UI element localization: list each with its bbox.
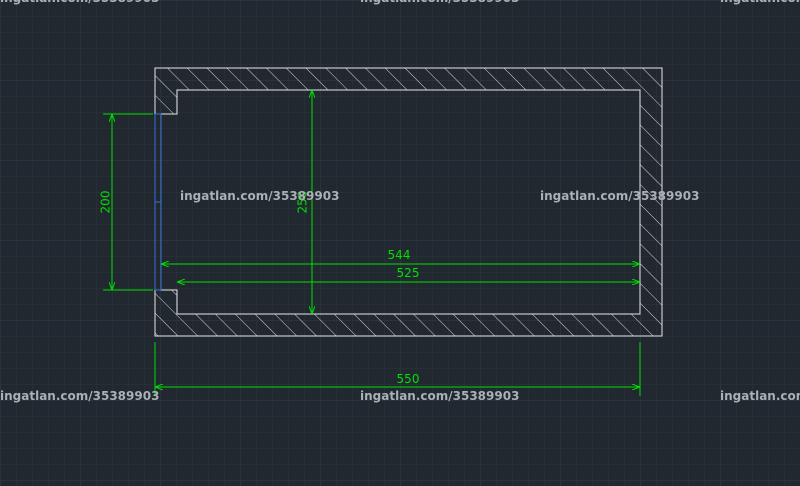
watermark-text: ingatlan.com/35389903 [720, 0, 800, 5]
cad-floorplan-viewport: 200 250 544 525 550 ingatlan.com/3538990… [0, 0, 800, 486]
watermark-text: ingatlan.com/35389903 [180, 189, 339, 203]
watermark-text: ingatlan.com/35389903 [360, 0, 519, 5]
watermark-text: ingatlan.com/35389903 [0, 389, 159, 403]
watermark-text: ingatlan.com/35389903 [720, 389, 800, 403]
watermark-text: ingatlan.com/35389903 [360, 389, 519, 403]
floorplan-drawing: 200 250 544 525 550 ingatlan.com/3538990… [0, 0, 800, 486]
dimension-label-550: 550 [397, 372, 420, 386]
dimension-label-door: 200 [99, 191, 113, 214]
watermark-text: ingatlan.com/35389903 [0, 0, 159, 5]
watermark-text: ingatlan.com/35389903 [540, 189, 699, 203]
dimension-label-544: 544 [388, 248, 411, 262]
dimension-label-525: 525 [397, 266, 420, 280]
